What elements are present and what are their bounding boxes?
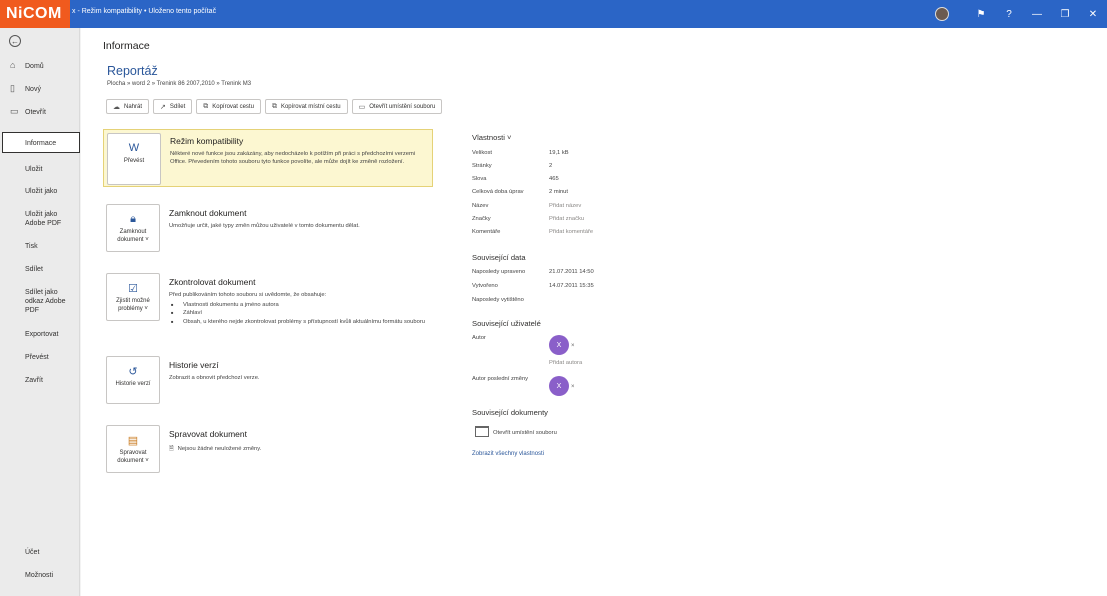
info-pane: Informace Reportáž Plocha » word 2 » Tre… (81, 28, 1107, 596)
folder-open-icon: ▭ (10, 106, 19, 116)
compatibility-section: W Převést Režim kompatibility Některé no… (103, 129, 433, 187)
related-documents-header: Související dokumenty (472, 408, 548, 417)
app-logo: NiCOM (0, 0, 70, 28)
document-icon: 🗎︎ (169, 446, 174, 452)
sidebar-item-info[interactable]: Informace (2, 132, 80, 153)
manage-document-title: Spravovat dokument (169, 429, 247, 439)
link-icon: ⧉ (203, 102, 209, 110)
add-tag-field[interactable]: Přidat značku (549, 216, 584, 222)
folder-icon: ▭ (358, 103, 366, 111)
history-icon: ↺ (128, 365, 138, 378)
version-history-title: Historie verzí (169, 360, 219, 370)
new-document-icon: ▯ (10, 83, 15, 93)
page-title: Informace (103, 40, 150, 52)
add-title-field[interactable]: Přidat název (549, 203, 581, 209)
backstage-sidebar: ← ⌂ Domů ▯ Nový ▭ Otevřít Informace Ulož… (0, 28, 80, 596)
minimize-button[interactable]: — (1023, 0, 1051, 28)
version-history-description: Zobrazit a obnovit předchozí verze. (169, 375, 260, 381)
compatibility-description: Některé nové funkce jsou zakázány, aby n… (170, 151, 416, 166)
breadcrumb: Plocha » word 2 » Trenink 86 2007,2010 »… (107, 81, 252, 87)
cloud-upload-icon: ☁ (113, 103, 120, 111)
version-history-section: ↺ Historie verzí Historie verzí Zobrazit… (103, 354, 433, 406)
inspect-icon: ☑ (128, 282, 138, 295)
share-button[interactable]: ↗ Sdílet (153, 99, 193, 114)
manage-document-icon: ▤ (127, 434, 139, 447)
open-file-location-button[interactable]: ▭ Otevřít umístění souboru (351, 99, 443, 114)
back-arrow-icon[interactable]: ← (9, 35, 21, 47)
related-dates-header: Související data (472, 253, 526, 262)
author-avatar[interactable]: X (549, 335, 569, 355)
related-people-header: Související uživatelé (472, 319, 541, 328)
folder-icon (475, 426, 489, 437)
feedback-icon[interactable]: ⚑ (967, 0, 995, 28)
inspect-title: Zkontrolovat dokument (169, 277, 256, 287)
show-all-properties-link[interactable]: Zobrazit všechny vlastnosti (472, 451, 544, 457)
manage-document-section: ▤ Spravovat dokument ˅ Spravovat dokumen… (103, 423, 433, 475)
add-author-field[interactable]: Přidat autora (549, 360, 582, 366)
convert-button[interactable]: W Převést (107, 133, 161, 185)
window-title: x - Režim kompatibility • Uloženo tento … (72, 8, 217, 15)
check-issues-button[interactable]: ☑ Zjistit možné problémy ˅ (106, 273, 160, 321)
close-button[interactable]: ✕ (1079, 0, 1107, 28)
list-item: Záhlaví (169, 309, 427, 318)
manage-document-button[interactable]: ▤ Spravovat dokument ˅ (106, 425, 160, 473)
lock-icon: 🔒︎ (130, 212, 136, 225)
add-comments-field[interactable]: Přidat komentáře (549, 229, 593, 235)
user-avatar[interactable] (935, 7, 949, 21)
protect-title: Zamknout dokument (169, 208, 247, 218)
protect-document-button[interactable]: 🔒︎ Zamknout dokument ˅ (106, 204, 160, 252)
compatibility-title: Režim kompatibility (170, 136, 244, 146)
help-icon[interactable]: ? (995, 0, 1023, 28)
remove-author-icon[interactable]: × (571, 343, 575, 349)
upload-button[interactable]: ☁ Nahrát (106, 99, 150, 114)
share-icon: ↗ (160, 103, 166, 111)
title-bar: NiCOM x - Režim kompatibility • Uloženo … (0, 0, 1107, 28)
remove-user-icon[interactable]: × (571, 384, 575, 390)
inspect-list: Vlastnosti dokumentu a jméno autora Záhl… (169, 301, 427, 327)
copy-path-button[interactable]: ⧉ Kopírovat cestu (196, 99, 261, 114)
inspect-section: ☑ Zjistit možné problémy ˅ Zkontrolovat … (103, 271, 433, 341)
last-modified-avatar[interactable]: X (549, 376, 569, 396)
document-title: Reportáž (107, 64, 158, 78)
properties-header[interactable]: Vlastnosti ˅ (472, 133, 511, 142)
version-history-button[interactable]: ↺ Historie verzí (106, 356, 160, 404)
restore-button[interactable]: ❐ (1051, 0, 1079, 28)
unsaved-changes-info: 🗎︎ Nejsou žádné neuložené změny. (169, 446, 262, 452)
word-document-icon: W (128, 142, 140, 154)
link-icon: ⧉ (271, 102, 277, 110)
protect-section: 🔒︎ Zamknout dokument ˅ Zamknout dokument… (103, 202, 433, 254)
home-icon: ⌂ (10, 60, 16, 70)
protect-description: Umožňuje určit, jaké typy změn můžou uži… (169, 223, 360, 229)
list-item: Obsah, u kterého nejde zkontrolovat prob… (169, 318, 427, 327)
file-actions: ☁ Nahrát ↗ Sdílet ⧉ Kopírovat cestu ⧉ Ko… (106, 99, 443, 114)
inspect-description: Před publikováním tohoto souboru si uvěd… (169, 292, 327, 298)
list-item: Vlastnosti dokumentu a jméno autora (169, 301, 427, 310)
copy-local-path-button[interactable]: ⧉ Kopírovat místní cestu (264, 99, 348, 114)
